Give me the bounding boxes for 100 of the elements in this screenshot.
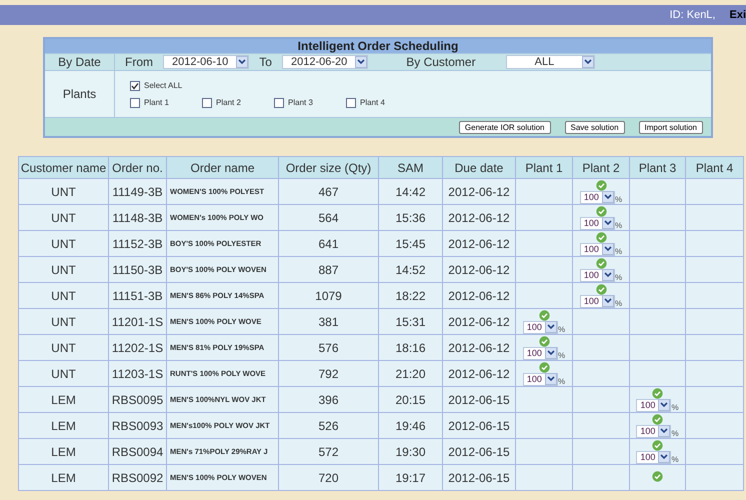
date-select[interactable]: 2012-06-20 — [282, 55, 368, 69]
table-cell: LEM — [18, 412, 108, 438]
table-cell: 14:52 — [378, 256, 442, 282]
check-icon — [596, 206, 606, 216]
percent-select[interactable]: 100 — [580, 294, 615, 308]
table-cell: 564 — [278, 204, 378, 230]
panel-title: Intelligent Order Scheduling — [45, 39, 711, 53]
percent-select[interactable]: 100 — [580, 190, 615, 204]
table-cell: 11149-3B — [108, 178, 166, 204]
check-icon — [652, 471, 663, 482]
column-header: Order size (Qty) — [278, 156, 378, 178]
column-header: Plant 4 — [686, 156, 744, 178]
table-cell: UNT — [18, 360, 108, 386]
table-cell: 2012-06-12 — [442, 256, 516, 282]
table-cell: 18:16 — [378, 334, 442, 360]
table-cell: LEM — [18, 438, 108, 464]
checkbox[interactable] — [202, 98, 212, 108]
table-cell: 15:31 — [378, 308, 442, 334]
table-cell: 2012-06-15 — [442, 386, 516, 412]
table-cell: 19:30 — [378, 438, 442, 464]
checkbox[interactable] — [274, 98, 284, 108]
check-icon — [596, 284, 606, 294]
table-cell: 576 — [278, 334, 378, 360]
checkbox-label: Plant 3 — [288, 96, 313, 108]
table-cell: RBS0095 — [108, 386, 166, 412]
table-cell: UNT — [18, 178, 108, 204]
to-label: To — [259, 54, 272, 71]
table-cell: RBS0092 — [108, 464, 166, 490]
percent-select[interactable]: 100 — [522, 346, 558, 360]
column-header: SAM — [378, 156, 442, 178]
table-cell: 2012-06-12 — [442, 282, 516, 308]
check-icon — [652, 388, 663, 398]
table-cell: 15:45 — [378, 230, 442, 256]
check-icon — [652, 440, 663, 450]
percent-select[interactable]: 100 — [522, 372, 558, 386]
user-id: ID: KenL, — [670, 8, 716, 23]
check-icon — [538, 336, 550, 346]
table-cell: UNT — [18, 334, 108, 360]
checkbox-label: Plant 4 — [360, 96, 385, 108]
action-button[interactable]: Save solution — [564, 120, 625, 134]
unit-label: % — [614, 274, 622, 282]
percent-select[interactable]: 100 — [636, 450, 672, 464]
column-header: Due date — [442, 156, 516, 178]
column-header: Plant 3 — [630, 156, 686, 178]
customer-select[interactable]: ALL — [506, 55, 596, 69]
percent-select[interactable]: 100 — [636, 398, 672, 412]
table-cell: 2012-06-12 — [442, 308, 516, 334]
table-cell: 14:42 — [378, 178, 442, 204]
table-cell: 11152-3B — [108, 230, 166, 256]
percent-select[interactable]: 100 — [522, 320, 558, 334]
table-cell: 2012-06-15 — [442, 464, 516, 490]
table-cell: 11150-3B — [108, 256, 166, 282]
table-cell: 396 — [278, 386, 378, 412]
checkbox-label: Plant 1 — [144, 96, 169, 108]
table-cell: 720 — [278, 464, 378, 490]
table-cell: 887 — [278, 256, 378, 282]
unit-label: % — [558, 326, 566, 334]
checkbox[interactable] — [346, 98, 356, 108]
table-cell: 2012-06-12 — [442, 334, 516, 360]
unit-label: % — [671, 430, 679, 438]
column-header: Order no. — [108, 156, 166, 178]
percent-select[interactable]: 100 — [580, 268, 615, 282]
check-icon — [596, 180, 606, 190]
table-cell: 2012-06-15 — [442, 412, 516, 438]
filter-label: By Date — [58, 54, 101, 71]
table-cell: 381 — [278, 308, 378, 334]
action-button[interactable]: Generate IOR solution — [458, 120, 550, 134]
table-cell: UNT — [18, 282, 108, 308]
table-cell: 19:17 — [378, 464, 442, 490]
table-cell: LEM — [18, 464, 108, 490]
table-cell: 572 — [278, 438, 378, 464]
column-header: Customer name — [18, 156, 108, 178]
table-cell: 18:22 — [378, 282, 442, 308]
date-select[interactable]: 2012-06-10 — [163, 55, 250, 69]
table-cell: 11201-1S — [108, 308, 166, 334]
checkbox-label: Plant 2 — [216, 96, 241, 108]
check-icon — [538, 362, 550, 372]
percent-select[interactable]: 100 — [580, 242, 615, 256]
table-cell: 21:20 — [378, 360, 442, 386]
from-label: From — [125, 54, 153, 71]
filter-label: Plants — [62, 86, 96, 103]
unit-label: % — [558, 352, 566, 360]
percent-select[interactable]: 100 — [636, 424, 672, 438]
table-cell: 2012-06-12 — [442, 204, 516, 230]
table-cell: UNT — [18, 256, 108, 282]
table-cell: UNT — [18, 308, 108, 334]
table-cell: LEM — [18, 386, 108, 412]
table-cell: 11148-3B — [108, 204, 166, 230]
checkbox-label: Select ALL — [144, 80, 182, 92]
table-cell: 2012-06-15 — [442, 438, 516, 464]
column-header: Plant 1 — [516, 156, 572, 178]
exit-link[interactable]: Exi — [729, 6, 746, 24]
table-cell: 2012-06-12 — [442, 360, 516, 386]
action-button[interactable]: Import solution — [638, 120, 703, 134]
table-cell: 11151-3B — [108, 282, 166, 308]
checkbox[interactable] — [130, 80, 140, 90]
table-cell: 2012-06-12 — [442, 178, 516, 204]
checkbox[interactable] — [130, 98, 140, 108]
unit-label: % — [671, 456, 679, 464]
percent-select[interactable]: 100 — [580, 216, 615, 230]
